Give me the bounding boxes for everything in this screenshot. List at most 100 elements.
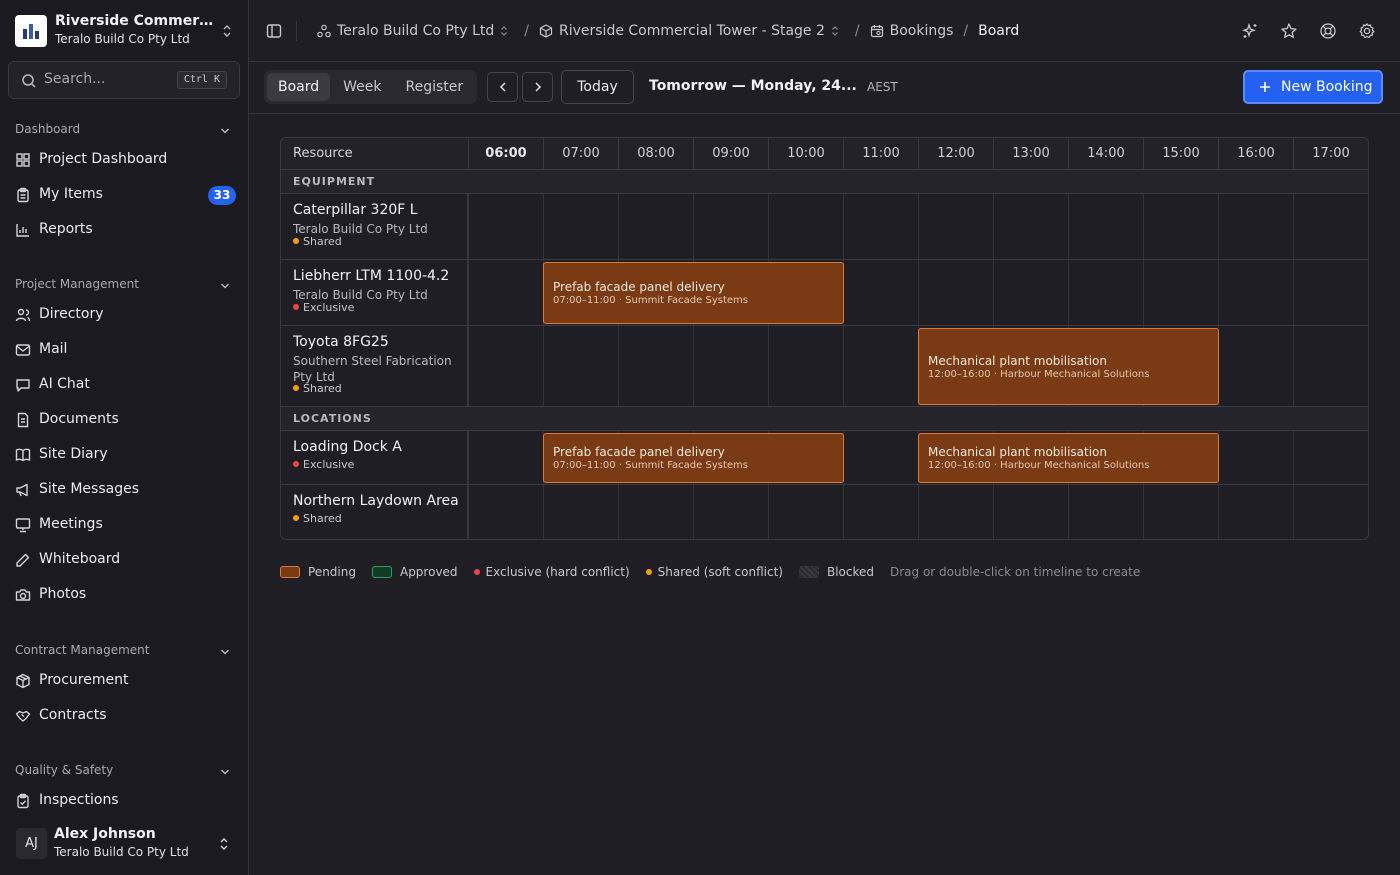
resource-row[interactable]: Toyota 8FG25 Southern Steel Fabrication …	[281, 326, 1368, 407]
resource-group-title: LOCATIONS	[293, 412, 372, 425]
chevron-up-down-icon	[223, 25, 231, 37]
sidebar-item-directory[interactable]: Directory	[15, 300, 239, 330]
board-toolbar: Board Week Register Today Tomorrow — Mon…	[249, 62, 1400, 114]
breadcrumb-org[interactable]: Teralo Build Co Pty Ltd	[317, 23, 514, 39]
star-icon[interactable]	[1280, 22, 1298, 40]
hour-header: 13:00	[993, 138, 1068, 170]
breadcrumb-bookings-label: Bookings	[889, 23, 954, 39]
legend-approved: Approved	[371, 565, 458, 579]
user-name: Alex Johnson	[54, 826, 156, 842]
sidebar-item-label: My Items	[39, 186, 103, 202]
sidebar-item-label: Meetings	[39, 516, 103, 532]
sidebar-section-0[interactable]: Dashboard	[15, 122, 235, 140]
today-button[interactable]: Today	[561, 70, 634, 104]
camera-icon	[15, 589, 31, 601]
sidebar-item-contracts[interactable]: Contracts	[15, 701, 239, 731]
resource-name: Northern Laydown Area	[293, 493, 459, 509]
project-switcher[interactable]: Riverside Commercial Tower - Stage 2 Ter…	[15, 13, 235, 48]
new-booking-button[interactable]: New Booking	[1243, 70, 1383, 104]
timeline-gridline	[618, 326, 619, 406]
resource-mode: Shared	[293, 382, 342, 395]
sidebar-section-2[interactable]: Contract Management	[15, 643, 235, 661]
sidebar-item-photos[interactable]: Photos	[15, 580, 239, 610]
timeline-gridline	[468, 431, 469, 484]
sidebar-item-my-items[interactable]: My Items 33	[15, 180, 239, 210]
hour-header: 14:00	[1068, 138, 1143, 170]
hour-header: 16:00	[1218, 138, 1293, 170]
sidebar-item-documents[interactable]: Documents	[15, 405, 239, 435]
search-placeholder: Search...	[44, 71, 106, 87]
booking-block[interactable]: Prefab facade panel delivery 07:00–11:00…	[543, 433, 844, 483]
sidebar-item-site-diary[interactable]: Site Diary	[15, 440, 239, 470]
user-org: Teralo Build Co Pty Ltd	[54, 845, 189, 859]
booking-block[interactable]: Prefab facade panel delivery 07:00–11:00…	[543, 262, 844, 324]
user-menu[interactable]: AJ Alex Johnson Teralo Build Co Pty Ltd	[15, 824, 239, 864]
hour-header: 12:00	[918, 138, 993, 170]
resource-name: Loading Dock A	[293, 439, 402, 455]
megaphone-icon	[16, 483, 28, 497]
sparkles-icon[interactable]	[1241, 22, 1259, 40]
sidebar-item-project-dashboard[interactable]: Project Dashboard	[15, 145, 239, 175]
hour-header: 11:00	[843, 138, 918, 170]
search-input[interactable]: Search... Ctrl K	[8, 61, 240, 99]
gear-icon[interactable]	[1358, 22, 1376, 40]
mode-dot	[293, 238, 299, 244]
sidebar-toggle-icon[interactable]	[266, 23, 282, 39]
search-shortcut: Ctrl K	[176, 71, 227, 89]
breadcrumb-project[interactable]: Riverside Commercial Tower - Stage 2	[539, 23, 845, 39]
sidebar-item-mail[interactable]: Mail	[15, 335, 239, 365]
legend-shared: Shared (soft conflict)	[645, 565, 783, 579]
sidebar-section-title: Contract Management	[15, 643, 150, 657]
sidebar-item-procurement[interactable]: Procurement	[15, 666, 239, 696]
booking-title: Mechanical plant mobilisation	[928, 354, 1108, 368]
sidebar-item-label: Photos	[39, 586, 87, 602]
timeline-gridline	[618, 485, 619, 539]
resource-row[interactable]: Liebherr LTM 1100-4.2 Teralo Build Co Pt…	[281, 260, 1368, 326]
sidebar-item-ai-chat[interactable]: AI Chat	[15, 370, 239, 400]
legend-shared-label: Shared (soft conflict)	[657, 565, 783, 579]
resource-row[interactable]: Caterpillar 320F L Teralo Build Co Pty L…	[281, 194, 1368, 260]
sidebar-item-site-messages[interactable]: Site Messages	[15, 475, 239, 505]
sidebar-section-1[interactable]: Project Management	[15, 277, 235, 295]
hour-header: 09:00	[693, 138, 768, 170]
sidebar-section-title: Dashboard	[15, 122, 81, 136]
sidebar-item-reports[interactable]: Reports	[15, 215, 239, 245]
next-day-button[interactable]	[522, 72, 553, 102]
timeline-gridline	[468, 260, 469, 325]
resource-label: Loading Dock A Exclusive	[281, 431, 468, 484]
tab-week[interactable]: Week	[332, 73, 392, 101]
sidebar-section-3[interactable]: Quality & Safety	[15, 763, 235, 781]
timeline-gridline	[1293, 260, 1294, 325]
hour-header: 06:00	[468, 138, 543, 170]
tab-board[interactable]: Board	[267, 73, 331, 101]
booking-title: Mechanical plant mobilisation	[928, 445, 1108, 459]
header-actions	[1241, 22, 1376, 40]
timeline-gridline	[468, 194, 469, 259]
timeline-gridline	[1068, 485, 1069, 539]
sidebar-item-whiteboard[interactable]: Whiteboard	[15, 545, 239, 575]
timeline-gridline	[768, 485, 769, 539]
breadcrumb-bookings[interactable]: Bookings	[870, 23, 954, 39]
sidebar-item-meetings[interactable]: Meetings	[15, 510, 239, 540]
tab-register[interactable]: Register	[395, 73, 475, 101]
sidebar: Riverside Commercial Tower - Stage 2 Ter…	[0, 0, 249, 875]
dashboard-icon	[16, 153, 30, 167]
timeline-gridline	[843, 485, 844, 539]
resource-row[interactable]: Loading Dock A Exclusive Prefab facade p…	[281, 431, 1368, 485]
resource-row[interactable]: Northern Laydown Area Shared	[281, 485, 1368, 539]
presentation-icon	[15, 518, 31, 533]
shared-dot	[645, 569, 652, 575]
timeline-gridline	[993, 260, 994, 325]
legend-pending-label: Pending	[308, 565, 356, 579]
hour-header: 17:00	[1293, 138, 1368, 170]
booking-block[interactable]: Mechanical plant mobilisation 12:00–16:0…	[918, 433, 1219, 483]
previous-day-button[interactable]	[487, 72, 518, 102]
timeline-gridline	[468, 485, 469, 539]
timeline-gridline	[1218, 260, 1219, 325]
help-lifebuoy-icon[interactable]	[1319, 22, 1337, 40]
booking-block[interactable]: Mechanical plant mobilisation 12:00–16:0…	[918, 328, 1219, 405]
sidebar-item-inspections[interactable]: Inspections	[15, 786, 239, 816]
chevron-down-icon	[221, 283, 229, 289]
hour-header: 15:00	[1143, 138, 1218, 170]
timeline-gridline	[543, 326, 544, 406]
